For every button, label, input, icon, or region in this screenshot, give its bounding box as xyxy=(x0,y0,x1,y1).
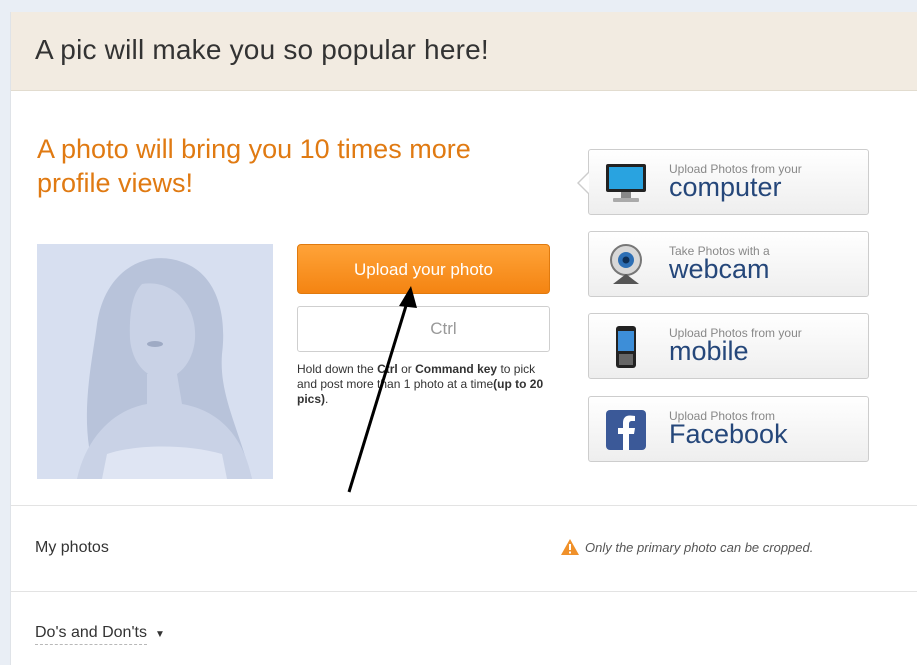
option-title: mobile xyxy=(669,336,749,366)
mobile-icon xyxy=(616,326,636,368)
headline: A photo will bring you 10 times more pro… xyxy=(37,134,471,198)
page-title: A pic will make you so popular here! xyxy=(35,34,489,65)
section-divider xyxy=(11,591,917,592)
take-photo-webcam-button[interactable]: Take Photos with a webcam xyxy=(588,231,869,297)
option-title: computer xyxy=(669,172,782,202)
option-title: Facebook xyxy=(669,419,788,449)
upload-from-computer-button[interactable]: Upload Photos from your computer xyxy=(577,149,869,215)
panel-header: A pic will make you so popular here! xyxy=(11,12,917,91)
crop-note-text: Only the primary photo can be cropped. xyxy=(585,540,814,555)
caret-down-icon: ▼ xyxy=(154,629,165,640)
facebook-icon xyxy=(606,410,646,450)
section-divider xyxy=(11,505,917,506)
my-photos-heading: My photos xyxy=(35,539,109,556)
upload-from-facebook-button[interactable]: Upload Photos from Facebook xyxy=(588,396,869,462)
dos-and-donts-label: Do's and Don'ts xyxy=(35,624,147,645)
dos-and-donts-toggle[interactable]: Do's and Don'ts ▼ xyxy=(35,624,165,645)
upload-photo-panel: A pic will make you so popular here! A p… xyxy=(10,12,917,665)
crop-note: Only the primary photo can be cropped. xyxy=(561,539,814,555)
upload-from-mobile-button[interactable]: Upload Photos from your mobile xyxy=(588,313,869,379)
option-title: webcam xyxy=(669,254,770,284)
profile-placeholder-image xyxy=(37,244,273,479)
computer-icon xyxy=(606,164,646,202)
hint-text-end: . xyxy=(325,392,329,406)
warning-icon xyxy=(561,539,579,555)
pointer-arrow-annotation xyxy=(347,286,417,493)
webcam-icon xyxy=(610,244,642,284)
